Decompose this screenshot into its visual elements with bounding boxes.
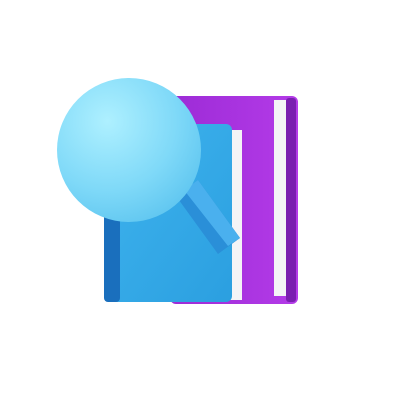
magnifier-lens [57,78,201,222]
back-book-pages [274,100,286,296]
icon-canvas [0,0,400,400]
book-search-icon [57,78,298,304]
back-book-edge [286,98,296,302]
